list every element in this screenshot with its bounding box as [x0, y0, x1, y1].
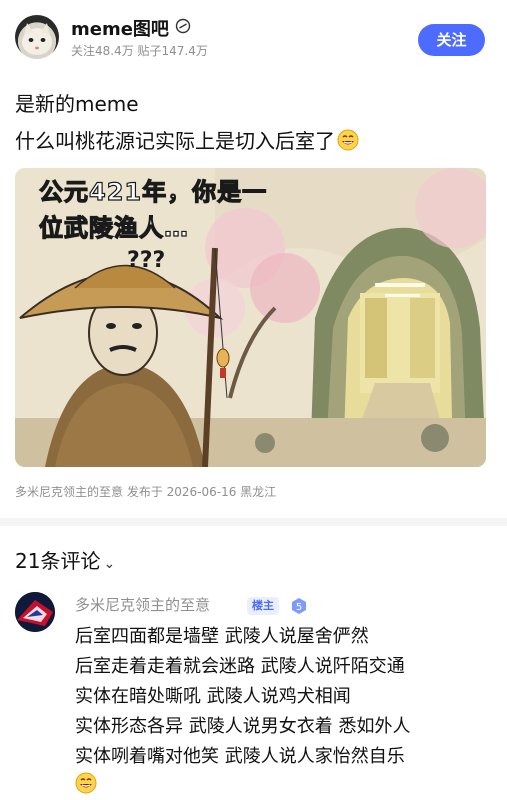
comment-text: 后室四面都是墙壁 武陵人说屋舍俨然 后室走着走着就会迷路 武陵人说阡陌交通 实体…: [75, 622, 410, 772]
forum-verified-icon: [175, 18, 191, 34]
post-image[interactable]: 公元421年，你是一 位武陵渔人… ???: [15, 168, 486, 467]
comments-count: 21条评论: [15, 549, 101, 573]
forum-stats: 关注48.4万 贴子147.4万: [71, 44, 208, 58]
comments-header[interactable]: 21条评论 ⌄: [15, 545, 115, 574]
comment-line: 实体在暗处嘶吼 武陵人说鸡犬相闻: [75, 686, 351, 707]
meme-caption: 公元421年，你是一 位武陵渔人…: [38, 174, 268, 246]
comment-author[interactable]: 多米尼克领主的至意: [75, 594, 210, 615]
follow-button[interactable]: 关注: [418, 24, 485, 56]
post-body: 什么叫桃花源记实际上是切入后室了: [15, 125, 359, 154]
meme-question-marks: ???: [127, 248, 166, 273]
laughing-emoji-icon: [75, 772, 97, 794]
owner-badge: 楼主: [247, 597, 279, 615]
laughing-emoji-icon: [337, 129, 359, 151]
comment-line: 实体咧着嘴对他笑 武陵人说人家怡然自乐: [75, 746, 405, 767]
level-badge: 5: [292, 598, 306, 614]
chevron-down-icon: ⌄: [103, 556, 116, 572]
level-badge-text: 5: [296, 602, 302, 613]
comment-line: 后室四面都是墙壁 武陵人说屋舍俨然: [75, 626, 369, 647]
section-divider: [0, 518, 507, 526]
post-title: 是新的meme: [15, 92, 139, 116]
post-body-text: 什么叫桃花源记实际上是切入后室了: [15, 129, 335, 153]
comment-avatar[interactable]: [15, 592, 55, 632]
meme-caption-line2: 位武陵渔人…: [38, 213, 189, 242]
forum-name[interactable]: meme图吧: [71, 15, 169, 41]
comment-line: 实体形态各异 武陵人说男女衣着 悉如外人: [75, 716, 411, 737]
forum-header: meme图吧 关注48.4万 贴子147.4万 关注: [0, 0, 507, 72]
meme-caption-line1: 公元421年，你是一: [38, 177, 268, 206]
comment-line: 后室走着走着就会迷路 武陵人说阡陌交通: [75, 656, 405, 677]
forum-avatar[interactable]: [15, 15, 59, 59]
post-meta: 多米尼克领主的至意 发布于 2026-06-16 黑龙江: [15, 485, 277, 499]
